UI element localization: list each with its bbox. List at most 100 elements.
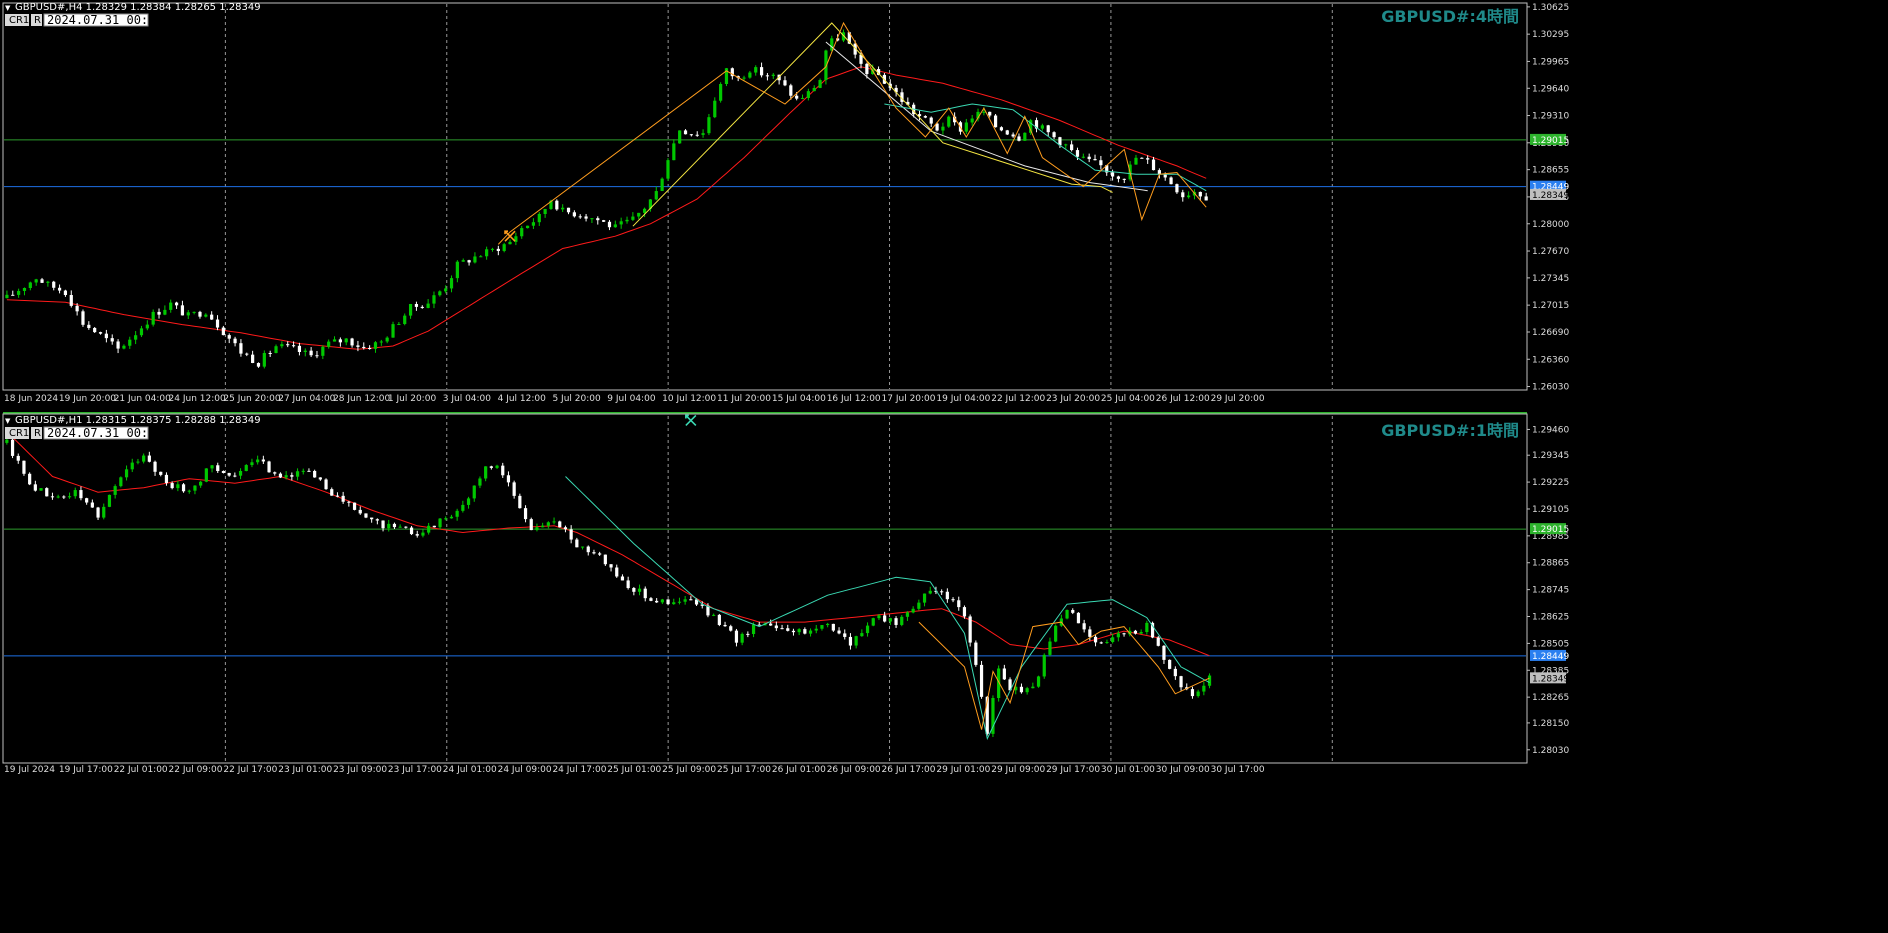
h4-panel-menu-icon[interactable]: ▼ <box>5 4 11 12</box>
candle-body <box>409 527 414 535</box>
candle-body <box>39 488 43 491</box>
candle-body <box>883 615 887 622</box>
candle-body <box>16 455 20 461</box>
candle-body <box>344 338 348 343</box>
candle-body <box>607 221 612 228</box>
candle-body <box>301 470 305 472</box>
candle-body <box>391 324 395 338</box>
candle-body <box>164 474 169 484</box>
h4-r-badge[interactable]: R <box>31 14 42 26</box>
time-tick-label: 25 Jul 04:00 <box>1101 394 1155 404</box>
candle-body <box>569 529 573 540</box>
candle-body <box>506 475 511 483</box>
candle-body <box>67 496 72 498</box>
candle-body <box>968 616 972 643</box>
candle-body <box>432 525 436 528</box>
candle-body <box>427 525 431 533</box>
candle-body <box>238 470 243 476</box>
candle-body <box>373 342 378 349</box>
candle-body <box>180 305 185 316</box>
h1-date-value: 2024.07.31 00:00 <box>47 426 163 440</box>
candle-body <box>905 612 910 617</box>
h4-panel[interactable]: ▼ GBPUSD#,H4 1.28329 1.28384 1.28265 1.2… <box>2 2 1569 404</box>
candle-body <box>563 527 568 530</box>
candle-body <box>216 465 220 472</box>
price-tick-label: 1.28865 <box>1532 559 1569 569</box>
candle-body <box>1036 676 1041 687</box>
candle-body <box>603 554 607 565</box>
candle-body <box>85 498 89 503</box>
candle-body <box>315 355 319 357</box>
candle-body <box>297 345 302 352</box>
moving-average-line <box>6 431 1210 657</box>
candle-body <box>1093 636 1098 643</box>
candle-body <box>268 352 272 354</box>
price-tick-label: 1.30625 <box>1532 3 1569 13</box>
candle-body <box>256 362 261 367</box>
time-tick-label: 24 Jul 09:00 <box>498 765 552 775</box>
candle-body <box>233 475 237 477</box>
candle-body <box>227 335 231 339</box>
candle-body <box>34 279 38 283</box>
candle-body <box>746 633 750 635</box>
candle-body <box>204 314 208 317</box>
candle-body <box>221 327 225 336</box>
candle-body <box>1048 641 1052 655</box>
candle-body <box>1093 159 1097 161</box>
h1-price-axis: 1.294601.293451.292251.291051.289851.288… <box>1527 425 1569 756</box>
candle-body <box>928 590 932 594</box>
object-marker[interactable] <box>685 414 697 427</box>
candle-body <box>803 629 807 634</box>
candle-body <box>335 495 340 497</box>
h1-date-input[interactable]: 2024.07.31 00:00 <box>43 426 163 440</box>
candle-body <box>1133 630 1138 634</box>
candle-body <box>332 339 337 342</box>
candle-body <box>116 341 120 349</box>
time-tick-label: 24 Jun 12:00 <box>169 394 226 404</box>
price-tick-label: 1.27015 <box>1532 301 1569 311</box>
candle-body <box>558 521 562 528</box>
candle-body <box>10 439 15 456</box>
candle-body <box>1187 195 1191 198</box>
candle-body <box>239 343 243 354</box>
h1-panel[interactable]: ▼ GBPUSD#,H1 1.28315 1.28375 1.28288 1.2… <box>2 412 1569 775</box>
candle-body <box>789 85 793 96</box>
candle-body <box>765 75 770 77</box>
candle-body <box>313 470 317 478</box>
candle-body <box>808 630 813 634</box>
time-tick-label: 30 Jul 17:00 <box>1211 765 1265 775</box>
candle-body <box>93 327 97 333</box>
candle-body <box>1204 196 1208 201</box>
h4-watermark: GBPUSD#:4時間 <box>1381 7 1519 26</box>
candle-body <box>555 200 559 210</box>
candle-body <box>512 482 516 496</box>
candle-body <box>678 130 682 144</box>
candle-body <box>717 614 721 625</box>
candle-body <box>529 519 533 531</box>
candle-body <box>63 290 68 296</box>
h4-cr1-badge[interactable]: CR1 <box>5 14 29 26</box>
candle-body <box>865 63 869 75</box>
candle-body <box>280 344 284 347</box>
candle-body <box>449 516 454 519</box>
candle-body <box>666 599 670 605</box>
h1-panel-menu-icon[interactable]: ▼ <box>5 417 11 425</box>
candle-body <box>631 216 635 220</box>
time-tick-label: 25 Jul 01:00 <box>607 765 661 775</box>
candle-body <box>330 489 334 496</box>
candle-body <box>192 311 196 313</box>
h4-date-input[interactable]: 2024.07.31 00:00 <box>43 13 163 27</box>
candle-body <box>740 633 744 643</box>
price-tick-label: 1.30295 <box>1532 30 1569 40</box>
h1-cr1-badge[interactable]: CR1 <box>5 427 29 439</box>
candle-body <box>951 599 955 601</box>
candle-body <box>484 466 488 479</box>
h1-markers[interactable] <box>685 414 697 427</box>
candle-body <box>993 115 998 128</box>
h1-r-badge[interactable]: R <box>31 427 42 439</box>
time-tick-label: 29 Jul 17:00 <box>1046 765 1100 775</box>
candle-body <box>1181 192 1185 198</box>
h1-r-label: R <box>34 428 41 439</box>
candle-body <box>609 564 613 568</box>
candle-body <box>274 346 278 354</box>
